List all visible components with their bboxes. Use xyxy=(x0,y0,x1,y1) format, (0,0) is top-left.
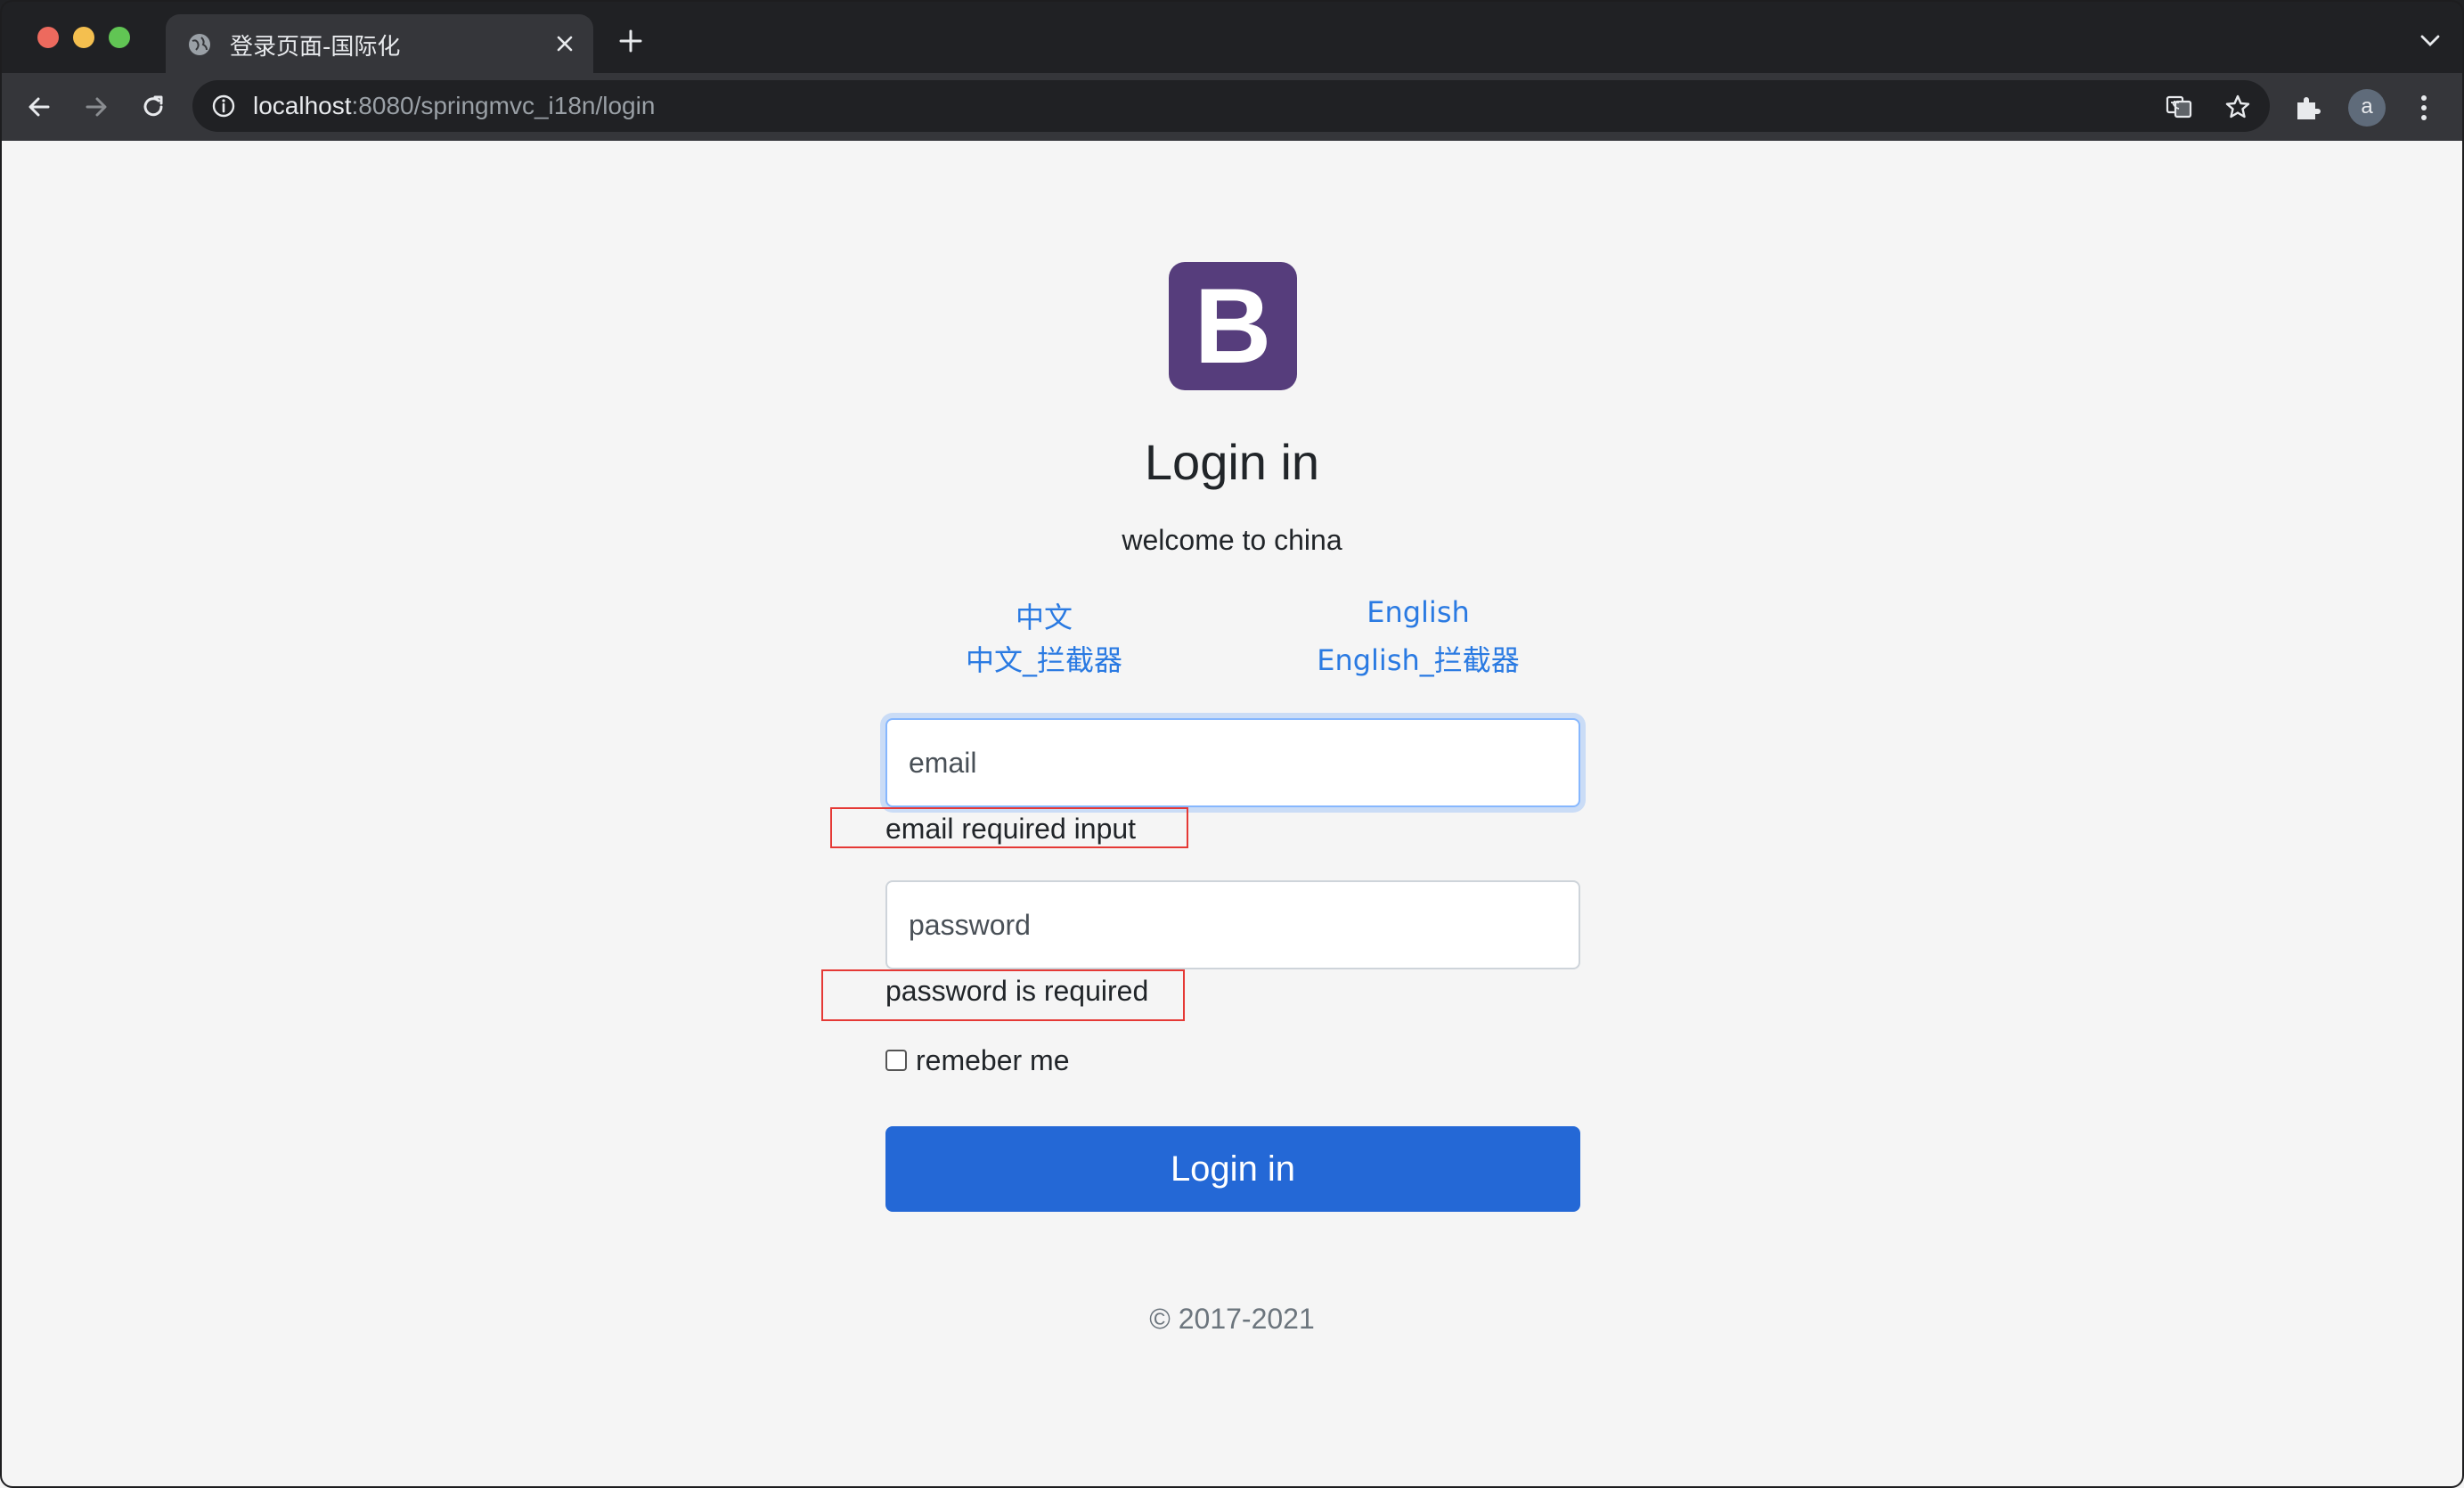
forward-arrow-icon[interactable] xyxy=(80,91,112,123)
tab-strip: 登录页面-国际化 xyxy=(0,0,2464,73)
browser-tab[interactable]: 登录页面-国际化 xyxy=(166,14,593,73)
language-link-chinese[interactable]: 中文 xyxy=(955,595,1133,636)
page-title: Login in xyxy=(1144,434,1320,490)
browser-chrome: 登录页面-国际化 localhost:8080/springmvc_i18n/l… xyxy=(0,0,2464,141)
language-link-chinese-interceptor[interactable]: 中文_拦截器 xyxy=(910,638,1178,679)
close-window-button[interactable] xyxy=(37,27,59,48)
url-text[interactable]: localhost:8080/springmvc_i18n/login xyxy=(253,92,655,120)
remember-me-label[interactable]: remeber me xyxy=(916,1044,1070,1077)
email-field[interactable] xyxy=(885,718,1580,807)
remember-me-checkbox[interactable] xyxy=(885,1050,907,1071)
minimize-window-button[interactable] xyxy=(73,27,94,48)
back-arrow-icon[interactable] xyxy=(23,91,55,123)
close-icon[interactable] xyxy=(552,31,577,56)
maximize-window-button[interactable] xyxy=(109,27,130,48)
language-link-english[interactable]: English xyxy=(1311,595,1525,629)
info-icon[interactable] xyxy=(210,93,237,119)
puzzle-icon[interactable] xyxy=(2293,93,2323,123)
globe-icon xyxy=(189,34,210,55)
password-error-message: password is required xyxy=(885,975,1149,1007)
url-path: :8080/springmvc_i18n/login xyxy=(351,92,656,119)
reload-icon[interactable] xyxy=(137,91,169,123)
copyright-text: © 2017-2021 xyxy=(1149,1303,1315,1335)
plus-icon[interactable] xyxy=(616,27,645,55)
welcome-message: welcome to china xyxy=(1122,524,1342,556)
password-field[interactable] xyxy=(885,880,1580,969)
url-host: localhost xyxy=(253,92,352,119)
login-button[interactable]: Login in xyxy=(885,1126,1580,1212)
login-page: B Login in welcome to china 中文 中文_拦截器 En… xyxy=(0,141,2464,1488)
star-icon[interactable] xyxy=(2223,93,2252,121)
language-link-english-interceptor[interactable]: English_拦截器 xyxy=(1285,638,1552,679)
translate-icon[interactable] xyxy=(2165,93,2193,121)
kebab-menu-icon[interactable] xyxy=(2411,91,2437,125)
chevron-down-icon[interactable] xyxy=(2418,32,2443,50)
address-bar[interactable]: localhost:8080/springmvc_i18n/login xyxy=(192,80,2270,132)
bootstrap-logo: B xyxy=(1169,262,1297,390)
browser-toolbar: localhost:8080/springmvc_i18n/login a xyxy=(0,73,2464,141)
avatar[interactable]: a xyxy=(2348,89,2386,127)
email-error-message: email required input xyxy=(885,813,1137,845)
tab-title: 登录页面-国际化 xyxy=(230,34,401,61)
